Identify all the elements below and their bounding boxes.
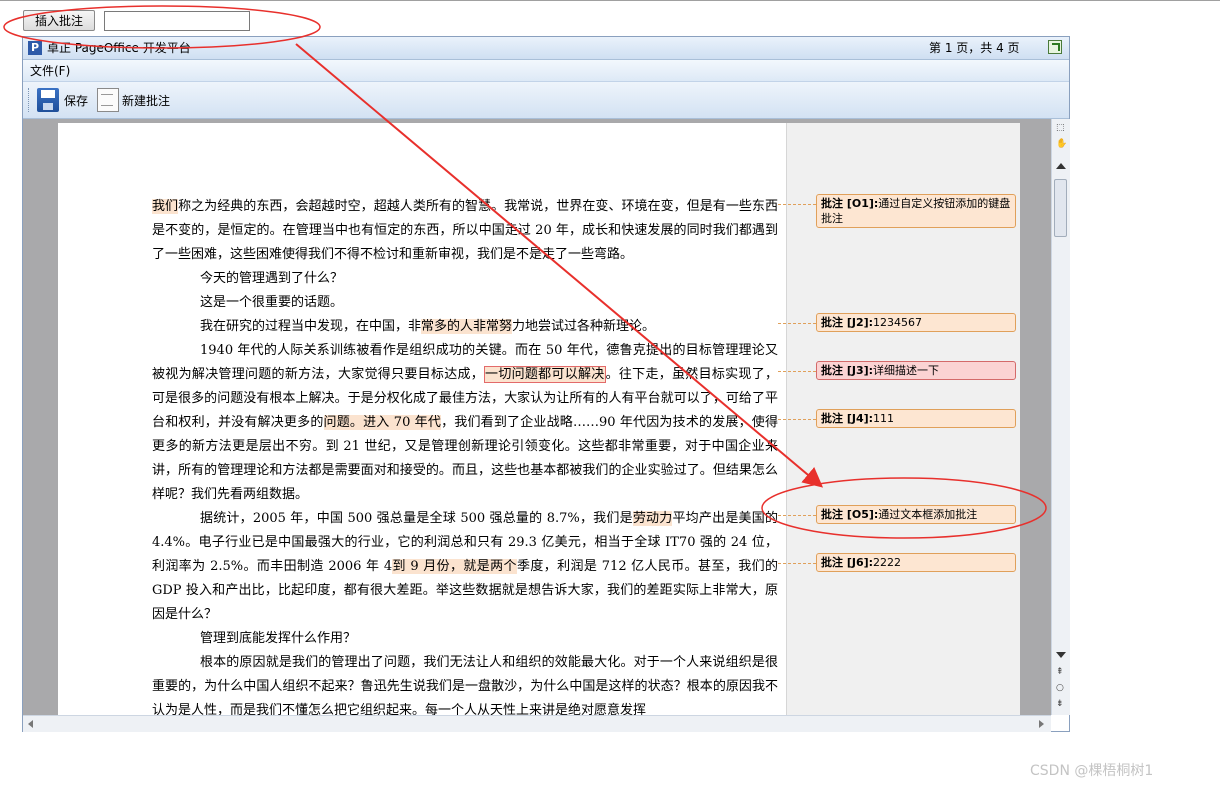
commented-text[interactable]: 我们: [152, 199, 179, 214]
document-page[interactable]: 我们称之为经典的东西，会超越时空，超越人类所有的智慧。我常说，世界在变、环境在变…: [58, 123, 1020, 715]
toolbar-grip[interactable]: [28, 88, 31, 112]
save-button[interactable]: 保存: [37, 88, 93, 112]
top-border: [0, 0, 1220, 1]
commented-text[interactable]: 一切问题都可以解决: [484, 366, 606, 383]
document-paragraph[interactable]: 我们称之为经典的东西，会超越时空，超越人类所有的智慧。我常说，世界在变、环境在变…: [152, 195, 778, 267]
document-paragraph[interactable]: 根本的原因就是我们的管理出了问题，我们无法让人和组织的效能最大化。对于一个人来说…: [152, 651, 778, 715]
scroll-thumb[interactable]: [1054, 179, 1067, 237]
scroll-down-icon[interactable]: [1056, 652, 1066, 658]
comment-text-input[interactable]: [104, 11, 250, 31]
previous-page-icon[interactable]: ⇞: [1056, 667, 1064, 677]
comment-text: 111: [873, 412, 895, 425]
save-icon: [37, 88, 59, 112]
comment-label: 批注 [J6]:: [821, 556, 874, 569]
comment-balloon[interactable]: 批注 [J6]:2222: [816, 553, 1016, 572]
comment-balloon[interactable]: 批注 [J4]:111: [816, 409, 1016, 428]
comment-label: 批注 [J2]:: [821, 316, 874, 329]
window-title: 卓正 PageOffice 开发平台: [47, 41, 191, 55]
document-paragraph[interactable]: 我在研究的过程当中发现，在中国，非常多的人非常努力地尝试过各种新理论。: [152, 315, 778, 339]
comment-text: 2222: [873, 556, 902, 569]
comment-label: 批注 [O1]:: [821, 197, 879, 210]
comment-balloon[interactable]: 批注 [J2]:1234567: [816, 313, 1016, 332]
comment-leader-line: [778, 204, 816, 205]
document-paragraph[interactable]: 1940 年代的人际关系训练被看作是组织成功的关键。而在 50 年代，德鲁克提出…: [152, 339, 778, 507]
document-body[interactable]: 我们称之为经典的东西，会超越时空，超越人类所有的智慧。我常说，世界在变、环境在变…: [152, 195, 778, 715]
text-run: 这是一个很重要的话题。: [200, 295, 344, 310]
save-label: 保存: [64, 94, 89, 108]
commented-text[interactable]: 常多的人非常努: [421, 319, 513, 334]
comment-leader-line: [778, 515, 816, 516]
menu-file[interactable]: 文件(F): [30, 64, 70, 78]
hand-tool-icon[interactable]: ✋: [1056, 139, 1067, 149]
title-bar: P 卓正 PageOffice 开发平台 第 1 页，共 4 页: [23, 37, 1069, 60]
document-paragraph[interactable]: 这是一个很重要的话题。: [152, 291, 778, 315]
document-paragraph[interactable]: 管理到底能发挥什么作用？: [152, 627, 778, 651]
watermark: CSDN @棵梧桐树1: [1030, 763, 1154, 779]
comment-balloon[interactable]: 批注 [O1]:通过自定义按钮添加的键盘批注: [816, 194, 1016, 228]
comment-text: 通过文本框添加批注: [878, 508, 978, 521]
commented-text[interactable]: 问题。进入 70 年代: [323, 415, 442, 430]
text-run: 力地尝试过各种新理论。: [512, 319, 656, 334]
text-run: 称之为经典的东西，会超越时空，超越人类所有的智慧。我常说，世界在变、环境在变，但…: [152, 199, 778, 262]
new-comment-icon: [97, 88, 119, 112]
browse-object-icon[interactable]: ○: [1056, 683, 1064, 693]
new-comment-label: 新建批注: [122, 94, 171, 108]
next-page-icon[interactable]: ⇟: [1056, 699, 1064, 709]
page-indicator: 第 1 页，共 4 页: [929, 41, 1020, 55]
vertical-scrollbar[interactable]: ⬚ ✋ ⇞ ○ ⇟: [1051, 119, 1070, 715]
comment-leader-line: [778, 323, 816, 324]
comment-text: 详细描述一下: [873, 364, 940, 377]
commented-text[interactable]: 劳动力: [632, 511, 673, 526]
comment-label: 批注 [J4]:: [821, 412, 874, 425]
commented-text[interactable]: 到 9 月份，就是两个: [392, 559, 517, 574]
fullscreen-icon[interactable]: [1048, 40, 1062, 54]
select-tool-icon[interactable]: ⬚: [1056, 123, 1065, 133]
text-run: 根本的原因就是我们的管理出了问题，我们无法让人和组织的效能最大化。对于一个人来说…: [152, 655, 778, 715]
comment-label: 批注 [O5]:: [821, 508, 879, 521]
text-run: 据统计，2005 年，中国 500 强总量是全球 500 强总量的 8.7%，我…: [200, 511, 633, 526]
comment-balloon[interactable]: 批注 [J3]:详细描述一下: [816, 361, 1016, 380]
toolbar: 保存 新建批注: [23, 82, 1069, 119]
comment-leader-line: [778, 371, 816, 372]
document-paragraph[interactable]: 据统计，2005 年，中国 500 强总量是全球 500 强总量的 8.7%，我…: [152, 507, 778, 627]
text-run: 我在研究的过程当中发现，在中国，非: [200, 319, 422, 334]
scroll-up-icon[interactable]: [1056, 163, 1066, 169]
scroll-right-icon[interactable]: [1039, 720, 1044, 728]
comment-leader-line: [778, 563, 816, 564]
insert-comment-button[interactable]: 插入批注: [23, 10, 95, 31]
new-comment-button[interactable]: 新建批注: [97, 88, 177, 112]
comment-leader-line: [778, 419, 816, 420]
comment-text: 1234567: [873, 316, 923, 329]
menu-bar: 文件(F): [23, 60, 1069, 82]
text-run: 管理到底能发挥什么作用？: [200, 631, 357, 646]
text-run: 今天的管理遇到了什么？: [200, 271, 344, 286]
horizontal-scrollbar[interactable]: [23, 715, 1051, 732]
document-paragraph[interactable]: 今天的管理遇到了什么？: [152, 267, 778, 291]
pageoffice-window: P 卓正 PageOffice 开发平台 第 1 页，共 4 页 文件(F) 保…: [22, 36, 1070, 732]
document-area[interactable]: 我们称之为经典的东西，会超越时空，超越人类所有的智慧。我常说，世界在变、环境在变…: [23, 119, 1051, 715]
comment-balloon[interactable]: 批注 [O5]:通过文本框添加批注: [816, 505, 1016, 524]
scroll-left-icon[interactable]: [28, 720, 33, 728]
comment-label: 批注 [J3]:: [821, 364, 874, 377]
pageoffice-logo-icon: P: [28, 41, 42, 55]
